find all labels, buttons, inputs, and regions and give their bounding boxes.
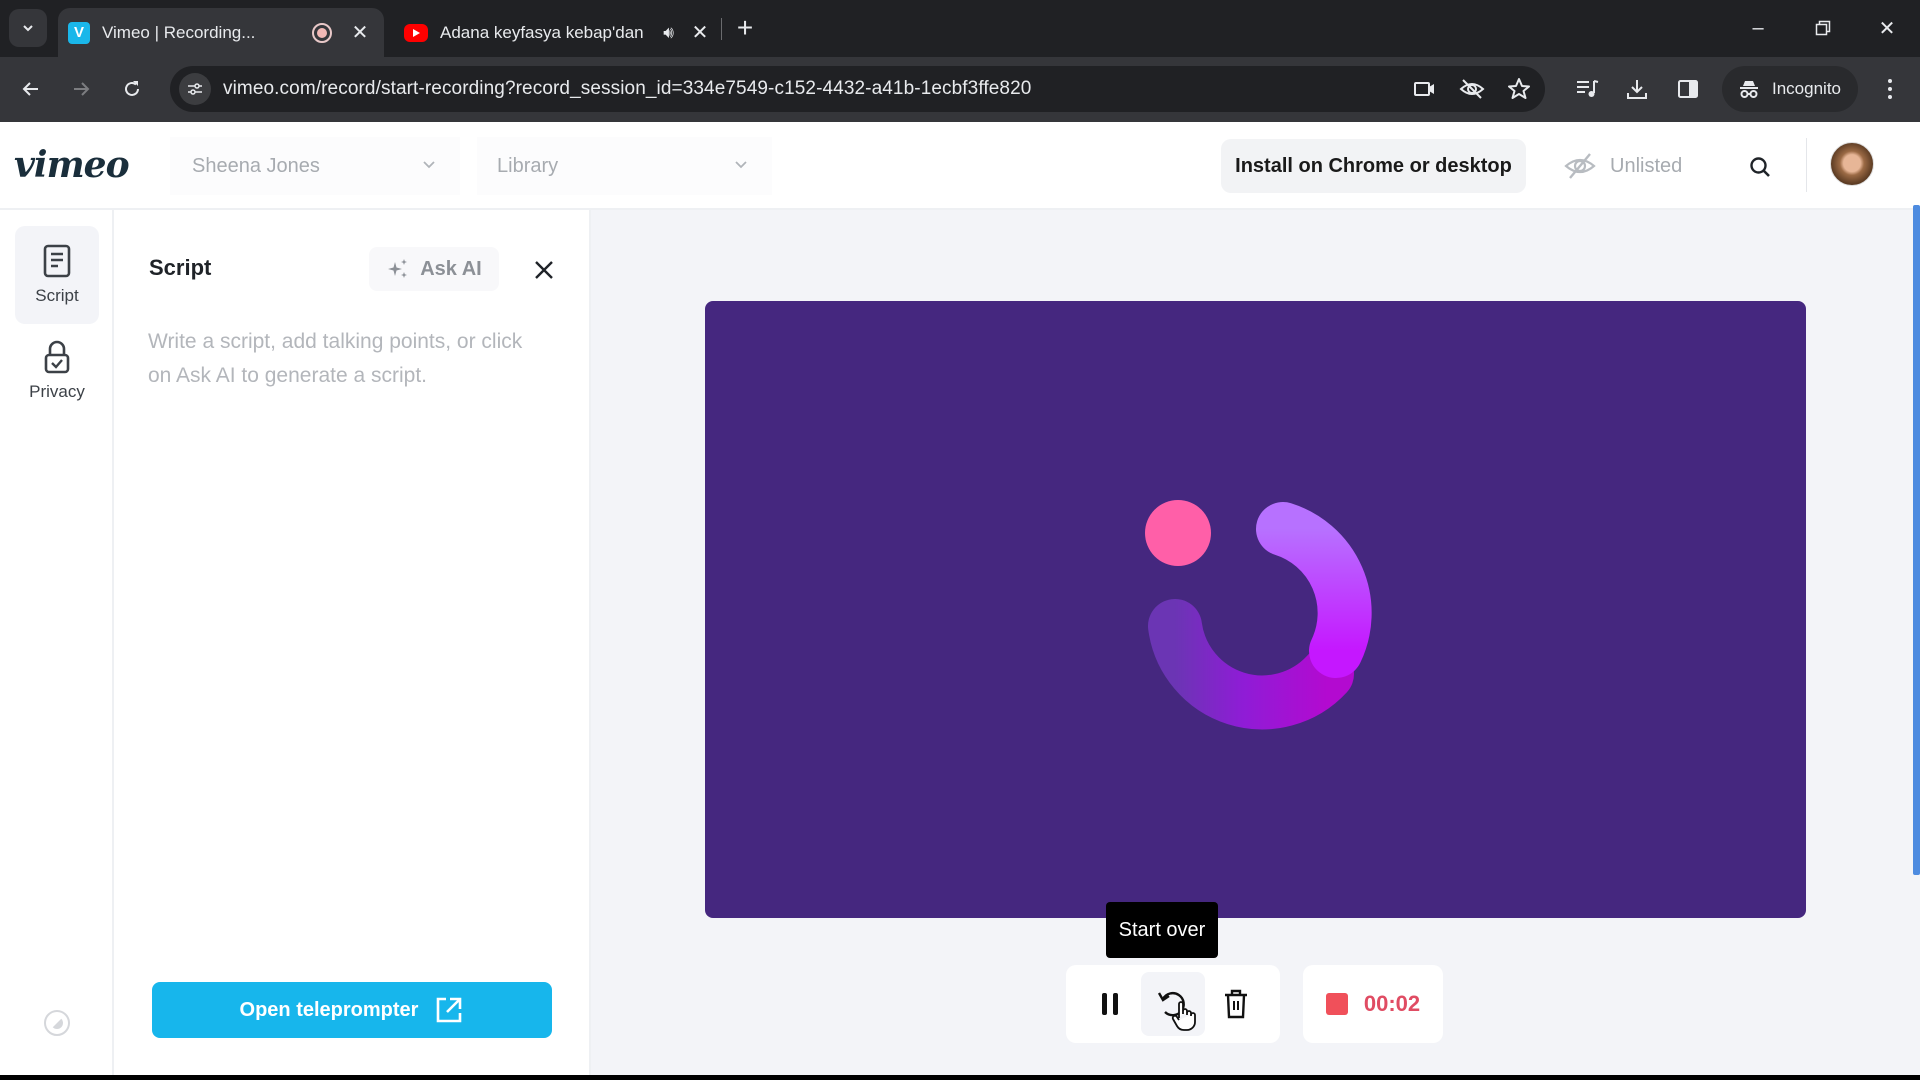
stop-icon[interactable]: [1325, 993, 1348, 1015]
start-over-tooltip: Start over: [1106, 902, 1218, 958]
close-tab-icon[interactable]: ✕: [688, 20, 712, 45]
incognito-icon: [1740, 81, 1758, 98]
open-teleprompter-button[interactable]: Open teleprompter: [152, 982, 552, 1038]
forward-button[interactable]: [63, 71, 99, 107]
browser-toolbar: vimeo.com/record/start-recording?record_…: [0, 57, 1920, 122]
rail-item-script[interactable]: Script: [15, 226, 99, 324]
sparkle-icon: [388, 259, 408, 278]
library-dropdown[interactable]: Library: [477, 137, 772, 195]
minimize-button[interactable]: –: [1735, 10, 1781, 46]
browser-menu-button[interactable]: [1878, 73, 1902, 105]
recording-indicator-icon: [312, 22, 332, 43]
site-settings-icon[interactable]: [179, 73, 211, 105]
stop-recording-control[interactable]: 00:02: [1303, 965, 1443, 1043]
rail-item-label: Privacy: [29, 382, 85, 401]
speaker-icon[interactable]: 🔊︎: [663, 23, 674, 43]
incognito-badge[interactable]: Incognito: [1722, 66, 1858, 112]
external-link-icon: [437, 997, 462, 1023]
delete-button[interactable]: [1205, 972, 1268, 1036]
tab-title: Adana keyfasya kebap'dan: [440, 22, 644, 42]
teleprompter-label: Open teleprompter: [239, 998, 419, 1021]
address-bar[interactable]: vimeo.com/record/start-recording?record_…: [170, 66, 1545, 112]
close-tab-icon[interactable]: ✕: [348, 20, 372, 45]
tab-search-button[interactable]: [9, 9, 47, 47]
ask-ai-button[interactable]: Ask AI: [369, 247, 499, 291]
reload-button[interactable]: [114, 71, 150, 107]
back-button[interactable]: [13, 71, 49, 107]
recording-controls: [1066, 965, 1280, 1043]
privacy-status-label: Unlisted: [1610, 154, 1683, 177]
close-icon: [535, 261, 553, 279]
vimeo-header: vimeo Sheena Jones Library Install on Ch…: [0, 122, 1920, 210]
star-icon[interactable]: [1507, 77, 1531, 101]
privacy-status-button[interactable]: Unlisted: [1564, 139, 1682, 193]
eye-off-icon[interactable]: [1459, 78, 1485, 100]
side-panel-icon[interactable]: [1672, 73, 1704, 105]
document-icon: [43, 244, 71, 278]
script-panel: Script Ask AI Write a script, add talkin…: [114, 210, 591, 1075]
user-avatar[interactable]: [1830, 142, 1874, 186]
panel-title: Script: [149, 255, 212, 280]
close-window-button[interactable]: ✕: [1864, 10, 1910, 46]
media-controls-icon[interactable]: [1571, 73, 1603, 105]
loading-spinner-graphic: [1145, 500, 1372, 730]
close-panel-button[interactable]: [526, 252, 562, 288]
chevron-down-icon: [23, 25, 33, 32]
theme-toggle-icon[interactable]: [44, 1010, 70, 1036]
vimeo-icon: V: [68, 21, 90, 44]
lock-icon: [44, 340, 70, 374]
install-extension-button[interactable]: Install on Chrome or desktop: [1221, 139, 1526, 193]
search-button[interactable]: [1742, 149, 1778, 185]
library-dropdown-value: Library: [497, 154, 559, 177]
tab-title: Vimeo | Recording...: [102, 22, 256, 42]
owner-dropdown[interactable]: Sheena Jones: [170, 137, 460, 195]
recording-timer: 00:02: [1363, 991, 1421, 1016]
browser-tab-vimeo[interactable]: V Vimeo | Recording... ✕: [58, 8, 384, 57]
tab-separator: [721, 18, 722, 40]
start-over-button[interactable]: [1141, 972, 1205, 1036]
script-textarea[interactable]: Write a script, add talking points, or c…: [148, 325, 548, 393]
youtube-icon: [404, 23, 428, 42]
spinner-arc-bottom: [1148, 599, 1354, 730]
camera-preview: [705, 301, 1806, 918]
url-text[interactable]: vimeo.com/record/start-recording?record_…: [223, 78, 1031, 100]
arrow-left-icon: [22, 82, 38, 96]
trash-icon: [1225, 989, 1248, 1019]
restore-button[interactable]: [1800, 10, 1846, 46]
vimeo-logo[interactable]: vimeo: [14, 144, 130, 186]
header-divider: [1806, 138, 1807, 192]
camera-icon[interactable]: [1413, 79, 1437, 99]
search-icon: [1750, 157, 1770, 177]
download-icon[interactable]: [1621, 73, 1653, 105]
new-tab-button[interactable]: +: [732, 12, 758, 44]
chevron-down-icon: [735, 161, 747, 169]
pause-button[interactable]: [1078, 972, 1141, 1036]
reload-icon: [125, 81, 139, 96]
restore-icon: [1815, 20, 1831, 36]
spinner-dot: [1145, 500, 1211, 566]
incognito-label: Incognito: [1772, 79, 1841, 98]
pause-icon: [1101, 993, 1118, 1015]
spinner-arc-right: [1256, 502, 1372, 678]
owner-dropdown-value: Sheena Jones: [192, 154, 320, 177]
arrow-right-icon: [74, 82, 90, 96]
ask-ai-label: Ask AI: [420, 257, 482, 280]
page-scrollbar[interactable]: [1913, 205, 1920, 875]
chevron-down-icon: [423, 161, 435, 169]
recording-stage: Start over 00:02: [591, 205, 1920, 1075]
tool-rail: Script Privacy: [0, 210, 114, 1075]
hand-cursor-icon: [1172, 1001, 1197, 1031]
taskbar-edge: [0, 1075, 1920, 1080]
rail-item-label: Script: [35, 286, 79, 305]
browser-tab-strip: V Vimeo | Recording... ✕ Adana keyfasya …: [0, 0, 1920, 57]
eye-off-icon: [1564, 153, 1596, 179]
browser-tab-youtube[interactable]: Adana keyfasya kebap'dan 🔊︎ ✕: [394, 8, 724, 57]
rail-item-privacy[interactable]: Privacy: [15, 322, 99, 420]
